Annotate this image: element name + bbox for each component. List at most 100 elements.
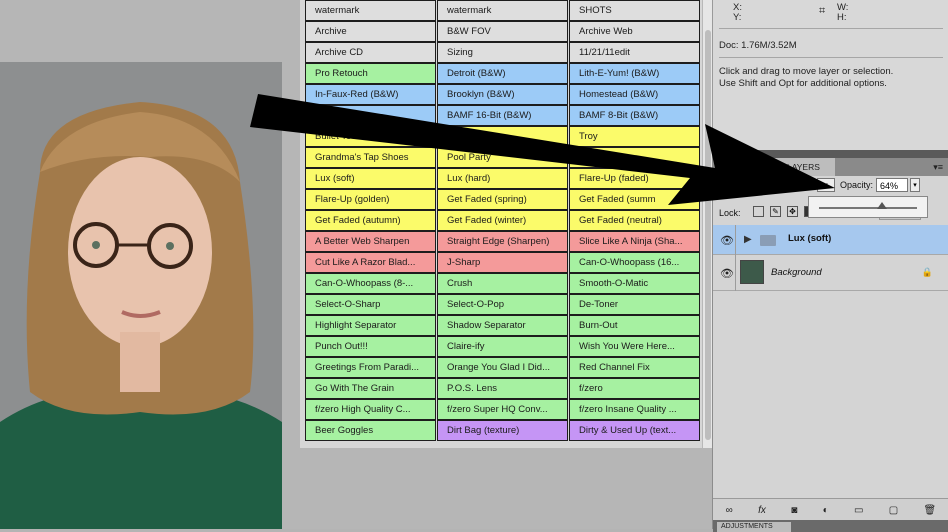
- opacity-slider-knob[interactable]: [876, 202, 887, 209]
- action-button[interactable]: [569, 147, 700, 168]
- action-button[interactable]: [437, 126, 568, 147]
- action-button[interactable]: Flare-Up (golden): [305, 189, 436, 210]
- scrollbar-thumb[interactable]: [705, 30, 711, 440]
- action-button[interactable]: SHOTS: [569, 0, 700, 21]
- lock-label: Lock:: [719, 208, 741, 218]
- action-button[interactable]: Get Faded (summ: [569, 189, 700, 210]
- lock-brush-icon[interactable]: ✎: [770, 206, 781, 217]
- action-button[interactable]: Can-O-Whoopass (8-...: [305, 273, 436, 294]
- action-button[interactable]: Shadow Separator: [437, 315, 568, 336]
- action-button[interactable]: Claire-ify: [437, 336, 568, 357]
- tab-adjustments[interactable]: ADJUSTMENTS: [717, 522, 791, 532]
- action-button[interactable]: Brooklyn (B&W): [437, 84, 568, 105]
- action-button[interactable]: Highlight Separator: [305, 315, 436, 336]
- action-button[interactable]: BAMF 16-Bit (B&W): [437, 105, 568, 126]
- expand-triangle-icon[interactable]: ▶: [744, 234, 752, 245]
- action-button[interactable]: Wish You Were Here...: [569, 336, 700, 357]
- action-button[interactable]: Can-O-Whoopass (16...: [569, 252, 700, 273]
- layer-name[interactable]: Lux (soft): [788, 233, 831, 244]
- action-row: Flare-Up (golden) Get Faded (spring) Get F…: [305, 189, 701, 210]
- opacity-slider-popup[interactable]: [808, 196, 928, 218]
- opacity-input[interactable]: 64%: [876, 178, 908, 192]
- delete-layer-icon[interactable]: 🗑: [924, 505, 937, 516]
- action-button[interactable]: f/zero High Quality C...: [305, 399, 436, 420]
- action-button[interactable]: Get Faded (spring): [437, 189, 568, 210]
- action-button[interactable]: A Better Web Sharpen: [305, 231, 436, 252]
- opacity-dropdown-button[interactable]: ▾: [910, 178, 920, 192]
- action-button[interactable]: f/zero Insane Quality ...: [569, 399, 700, 420]
- action-button[interactable]: Smooth-O-Matic: [569, 273, 700, 294]
- action-button[interactable]: Bullet Tooth: [305, 126, 436, 147]
- action-button[interactable]: Get Faded (autumn): [305, 210, 436, 231]
- action-button[interactable]: De-Toner: [569, 294, 700, 315]
- action-button[interactable]: Select-O-Pop: [437, 294, 568, 315]
- action-button[interactable]: Greetings From Paradi...: [305, 357, 436, 378]
- new-group-icon[interactable]: ▭: [854, 505, 863, 516]
- layer-row-background[interactable]: 👁 Background 🔒: [713, 255, 948, 291]
- action-button[interactable]: Detroit (B&W): [437, 63, 568, 84]
- new-layer-icon[interactable]: ▢: [889, 505, 898, 516]
- y-label: Y:: [733, 12, 742, 23]
- action-button[interactable]: Beer Goggles: [305, 420, 436, 441]
- action-button[interactable]: (B&W): [305, 105, 436, 126]
- lock-transparency-icon[interactable]: [753, 206, 764, 217]
- visibility-eye-icon[interactable]: 👁: [720, 267, 734, 280]
- action-button[interactable]: Get Faded (neutral): [569, 210, 700, 231]
- add-mask-icon[interactable]: ◙: [791, 505, 797, 516]
- action-row: A Better Web Sharpen Straight Edge (Sharp…: [305, 231, 701, 252]
- action-button[interactable]: Orange You Glad I Did...: [437, 357, 568, 378]
- visibility-eye-icon[interactable]: 👁: [720, 234, 734, 247]
- action-button[interactable]: Troy: [569, 126, 700, 147]
- action-button[interactable]: Cut Like A Razor Blad...: [305, 252, 436, 273]
- action-button[interactable]: Flare-Up (faded): [569, 168, 700, 189]
- lock-move-icon[interactable]: ✥: [787, 206, 798, 217]
- action-button[interactable]: Burn-Out: [569, 315, 700, 336]
- panel-menu-icon[interactable]: ▾≡: [933, 162, 943, 173]
- action-button[interactable]: B&W FOV: [437, 21, 568, 42]
- tab-layers[interactable]: LAYERS: [765, 158, 835, 176]
- action-button[interactable]: f/zero Super HQ Conv...: [437, 399, 568, 420]
- info-panel: X: Y: ⌗ W: H: Doc: 1.76M/3.52M Click and…: [712, 0, 948, 150]
- adjustment-layer-icon[interactable]: ◐: [823, 505, 829, 516]
- layer-style-icon[interactable]: fx: [758, 505, 766, 516]
- action-button[interactable]: Archive CD: [305, 42, 436, 63]
- action-button[interactable]: Slice Like A Ninja (Sha...: [569, 231, 700, 252]
- action-button[interactable]: watermark: [437, 0, 568, 21]
- doc-size: Doc: 1.76M/3.52M: [719, 40, 797, 51]
- action-button[interactable]: f/zero: [569, 378, 700, 399]
- action-row: Beer Goggles Dirt Bag (texture) Dirty & Us…: [305, 420, 701, 441]
- action-button[interactable]: Pool Party: [437, 147, 568, 168]
- opacity-label: Opacity:: [840, 180, 874, 190]
- action-button[interactable]: Grandma's Tap Shoes: [305, 147, 436, 168]
- opacity-slider-track[interactable]: [819, 207, 917, 209]
- action-button[interactable]: Punch Out!!!: [305, 336, 436, 357]
- layers-panel: LAYERS ▾≡ ▾ Opacity: 64% ▾ Lock: ✎ ✥ 👁 ▶…: [712, 150, 948, 532]
- action-button[interactable]: J-Sharp: [437, 252, 568, 273]
- blend-mode-dropdown[interactable]: ▾: [817, 178, 835, 192]
- action-button[interactable]: Select-O-Sharp: [305, 294, 436, 315]
- action-button[interactable]: Archive Web: [569, 21, 700, 42]
- action-button[interactable]: Dirt Bag (texture): [437, 420, 568, 441]
- action-button[interactable]: Lux (hard): [437, 168, 568, 189]
- action-button[interactable]: Lux (soft): [305, 168, 436, 189]
- action-button[interactable]: Homestead (B&W): [569, 84, 700, 105]
- action-button[interactable]: Red Channel Fix: [569, 357, 700, 378]
- action-button[interactable]: Crush: [437, 273, 568, 294]
- action-button[interactable]: Straight Edge (Sharpen): [437, 231, 568, 252]
- action-button[interactable]: BAMF 8-Bit (B&W): [569, 105, 700, 126]
- action-button[interactable]: Pro Retouch: [305, 63, 436, 84]
- action-button[interactable]: In-Faux-Red (B&W): [305, 84, 436, 105]
- action-button[interactable]: Go With The Grain: [305, 378, 436, 399]
- action-button[interactable]: Lith-E-Yum! (B&W): [569, 63, 700, 84]
- link-layers-icon[interactable]: ∞: [726, 505, 733, 516]
- action-button[interactable]: Archive: [305, 21, 436, 42]
- action-row: Lux (soft) Lux (hard) Flare-Up (faded): [305, 168, 701, 189]
- action-button[interactable]: Sizing: [437, 42, 568, 63]
- action-button[interactable]: Get Faded (winter): [437, 210, 568, 231]
- action-button[interactable]: 11/21/11edit: [569, 42, 700, 63]
- layer-row-group[interactable]: 👁 ▶ Lux (soft): [713, 225, 948, 255]
- action-button[interactable]: Dirty & Used Up (text...: [569, 420, 700, 441]
- action-button[interactable]: P.O.S. Lens: [437, 378, 568, 399]
- layer-name[interactable]: Background: [771, 267, 822, 278]
- action-button[interactable]: watermark: [305, 0, 436, 21]
